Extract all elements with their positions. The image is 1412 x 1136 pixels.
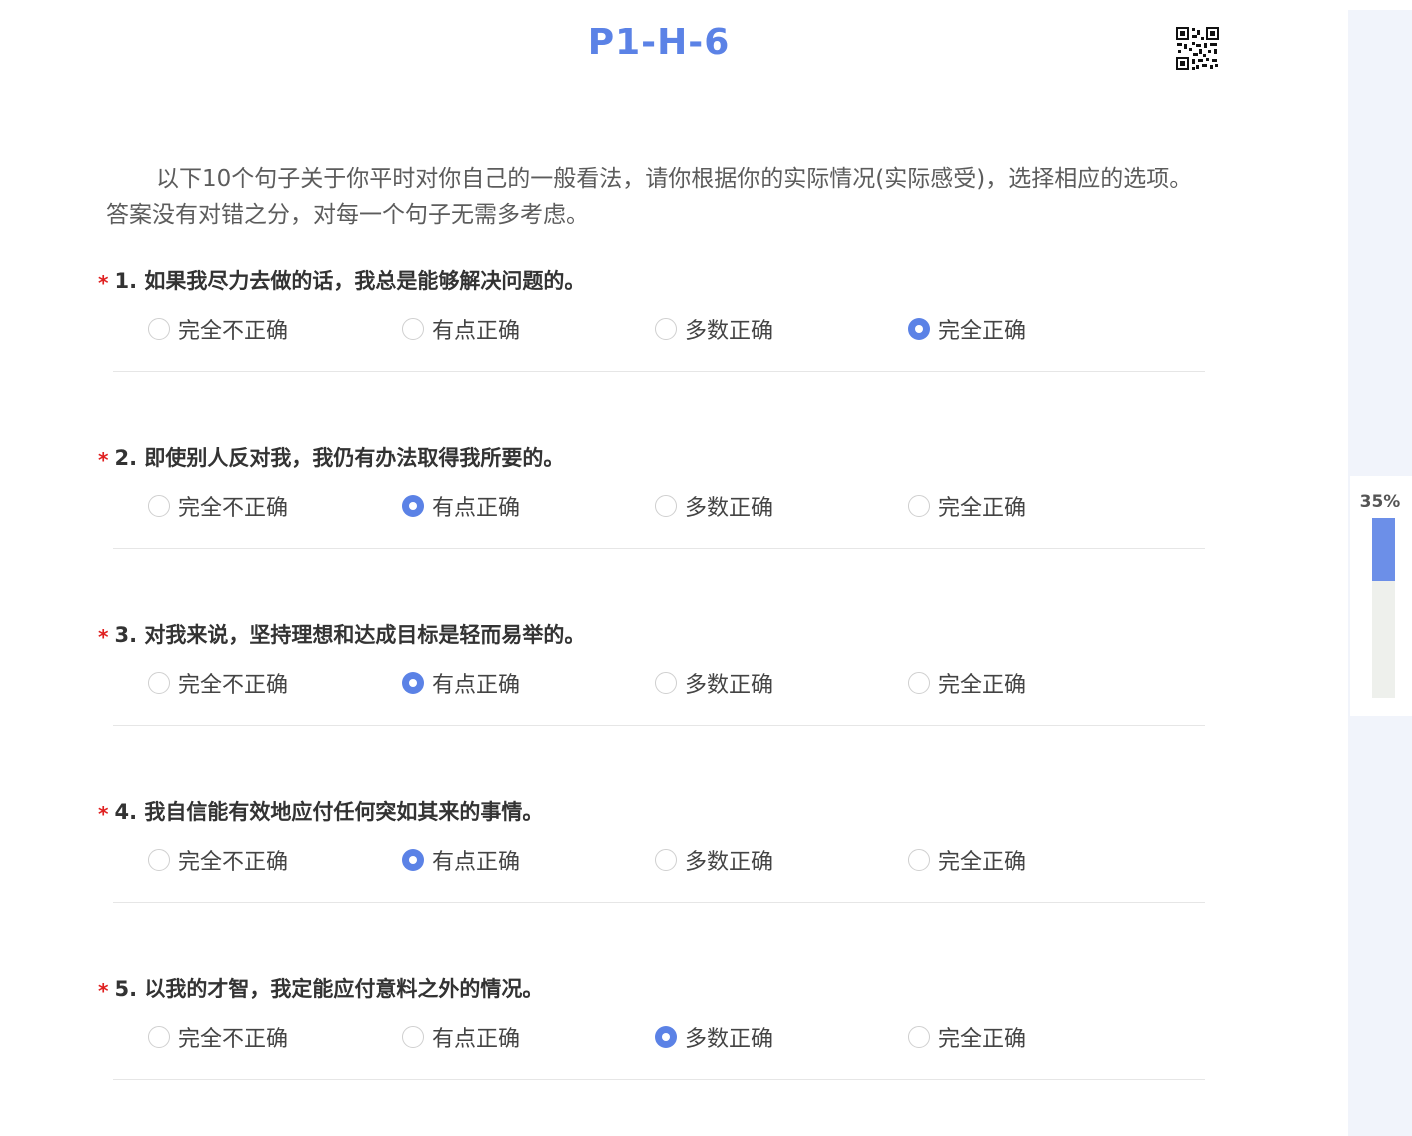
required-mark: * <box>98 802 109 826</box>
radio-unchecked-icon[interactable] <box>908 849 930 871</box>
radio-unchecked-icon[interactable] <box>148 849 170 871</box>
option-2[interactable]: 有点正确 <box>402 314 520 344</box>
option-label[interactable]: 多数正确 <box>685 490 773 522</box>
radio-checked-icon[interactable] <box>402 672 424 694</box>
required-mark: * <box>98 625 109 649</box>
progress-indicator: 35% <box>1350 476 1412 716</box>
radio-unchecked-icon[interactable] <box>908 495 930 517</box>
radio-unchecked-icon[interactable] <box>655 672 677 694</box>
option-label[interactable]: 有点正确 <box>432 1021 520 1053</box>
option-label[interactable]: 有点正确 <box>432 313 520 345</box>
qr-code-icon[interactable] <box>1175 26 1220 71</box>
radio-unchecked-icon[interactable] <box>148 318 170 340</box>
option-3[interactable]: 多数正确 <box>655 845 773 875</box>
survey-page: P1-H-6 以下10个句子关于你平时对你自己的一般看法，请你根据你的实际情况(… <box>0 0 1348 1136</box>
progress-label: 35% <box>1359 492 1401 512</box>
option-4[interactable]: 完全正确 <box>908 491 1026 521</box>
option-label[interactable]: 完全不正确 <box>178 490 288 522</box>
option-label[interactable]: 完全正确 <box>938 1021 1026 1053</box>
option-3[interactable]: 多数正确 <box>655 314 773 344</box>
option-label[interactable]: 多数正确 <box>685 1021 773 1053</box>
progress-fill <box>1372 518 1395 581</box>
option-4[interactable]: 完全正确 <box>908 314 1026 344</box>
radio-unchecked-icon[interactable] <box>655 495 677 517</box>
radio-unchecked-icon[interactable] <box>908 1026 930 1048</box>
option-label[interactable]: 多数正确 <box>685 667 773 699</box>
question-divider <box>113 725 1205 726</box>
option-1[interactable]: 完全不正确 <box>148 1022 288 1052</box>
required-mark: * <box>98 448 109 472</box>
option-label[interactable]: 有点正确 <box>432 667 520 699</box>
option-label[interactable]: 完全正确 <box>938 844 1026 876</box>
option-2[interactable]: 有点正确 <box>402 491 520 521</box>
question-title: * 1. 如果我尽力去做的话，我总是能够解决问题的。 <box>98 266 585 298</box>
question-title: * 5. 以我的才智，我定能应付意料之外的情况。 <box>98 974 543 1006</box>
question-text: 1. 如果我尽力去做的话，我总是能够解决问题的。 <box>114 269 586 293</box>
radio-unchecked-icon[interactable] <box>655 318 677 340</box>
question-divider <box>113 548 1205 549</box>
option-1[interactable]: 完全不正确 <box>148 491 288 521</box>
question-text: 4. 我自信能有效地应付任何突如其来的事情。 <box>114 800 544 824</box>
radio-unchecked-icon[interactable] <box>655 849 677 871</box>
option-label[interactable]: 完全不正确 <box>178 1021 288 1053</box>
question-divider <box>113 902 1205 903</box>
question-text: 2. 即使别人反对我，我仍有办法取得我所要的。 <box>114 446 565 470</box>
option-4[interactable]: 完全正确 <box>908 845 1026 875</box>
option-2[interactable]: 有点正确 <box>402 845 520 875</box>
option-label[interactable]: 完全不正确 <box>178 667 288 699</box>
radio-checked-icon[interactable] <box>402 849 424 871</box>
option-label[interactable]: 完全不正确 <box>178 313 288 345</box>
radio-checked-icon[interactable] <box>402 495 424 517</box>
option-2[interactable]: 有点正确 <box>402 1022 520 1052</box>
option-label[interactable]: 完全正确 <box>938 490 1026 522</box>
option-label[interactable]: 有点正确 <box>432 844 520 876</box>
radio-unchecked-icon[interactable] <box>402 318 424 340</box>
option-label[interactable]: 多数正确 <box>685 844 773 876</box>
option-3[interactable]: 多数正确 <box>655 491 773 521</box>
question-divider <box>113 371 1205 372</box>
option-4[interactable]: 完全正确 <box>908 668 1026 698</box>
question-1: * 1. 如果我尽力去做的话，我总是能够解决问题的。完全不正确 有点正确 多数正确 完全… <box>98 266 1208 376</box>
option-3[interactable]: 多数正确 <box>655 668 773 698</box>
question-title: * 3. 对我来说，坚持理想和达成目标是轻而易举的。 <box>98 620 585 652</box>
option-label[interactable]: 有点正确 <box>432 490 520 522</box>
progress-track <box>1372 518 1395 698</box>
option-2[interactable]: 有点正确 <box>402 668 520 698</box>
radio-unchecked-icon[interactable] <box>402 1026 424 1048</box>
option-1[interactable]: 完全不正确 <box>148 668 288 698</box>
question-title: * 4. 我自信能有效地应付任何突如其来的事情。 <box>98 797 543 829</box>
question-4: * 4. 我自信能有效地应付任何突如其来的事情。完全不正确 有点正确 多数正确 完全正确 <box>98 797 1208 907</box>
radio-unchecked-icon[interactable] <box>148 672 170 694</box>
option-4[interactable]: 完全正确 <box>908 1022 1026 1052</box>
question-3: * 3. 对我来说，坚持理想和达成目标是轻而易举的。完全不正确 有点正确 多数正确 完全… <box>98 620 1208 730</box>
question-text: 3. 对我来说，坚持理想和达成目标是轻而易举的。 <box>114 623 586 647</box>
option-label[interactable]: 完全正确 <box>938 667 1026 699</box>
radio-checked-icon[interactable] <box>655 1026 677 1048</box>
option-label[interactable]: 多数正确 <box>685 313 773 345</box>
intro-text: 以下10个句子关于你平时对你自己的一般看法，请你根据你的实际情况(实际感受)，选… <box>106 166 1193 228</box>
question-2: * 2. 即使别人反对我，我仍有办法取得我所要的。完全不正确 有点正确 多数正确 完全正… <box>98 443 1208 553</box>
required-mark: * <box>98 979 109 1003</box>
radio-unchecked-icon[interactable] <box>908 672 930 694</box>
option-label[interactable]: 完全不正确 <box>178 844 288 876</box>
option-3[interactable]: 多数正确 <box>655 1022 773 1052</box>
radio-checked-icon[interactable] <box>908 318 930 340</box>
radio-unchecked-icon[interactable] <box>148 1026 170 1048</box>
required-mark: * <box>98 271 109 295</box>
question-text: 5. 以我的才智，我定能应付意料之外的情况。 <box>114 977 544 1001</box>
question-divider <box>113 1079 1205 1080</box>
page-title: P1-H-6 <box>587 22 731 63</box>
radio-unchecked-icon[interactable] <box>148 495 170 517</box>
option-1[interactable]: 完全不正确 <box>148 314 288 344</box>
question-5: * 5. 以我的才智，我定能应付意料之外的情况。完全不正确 有点正确 多数正确 完全正确 <box>98 974 1208 1084</box>
option-label[interactable]: 完全正确 <box>938 313 1026 345</box>
question-title: * 2. 即使别人反对我，我仍有办法取得我所要的。 <box>98 443 564 475</box>
option-1[interactable]: 完全不正确 <box>148 845 288 875</box>
